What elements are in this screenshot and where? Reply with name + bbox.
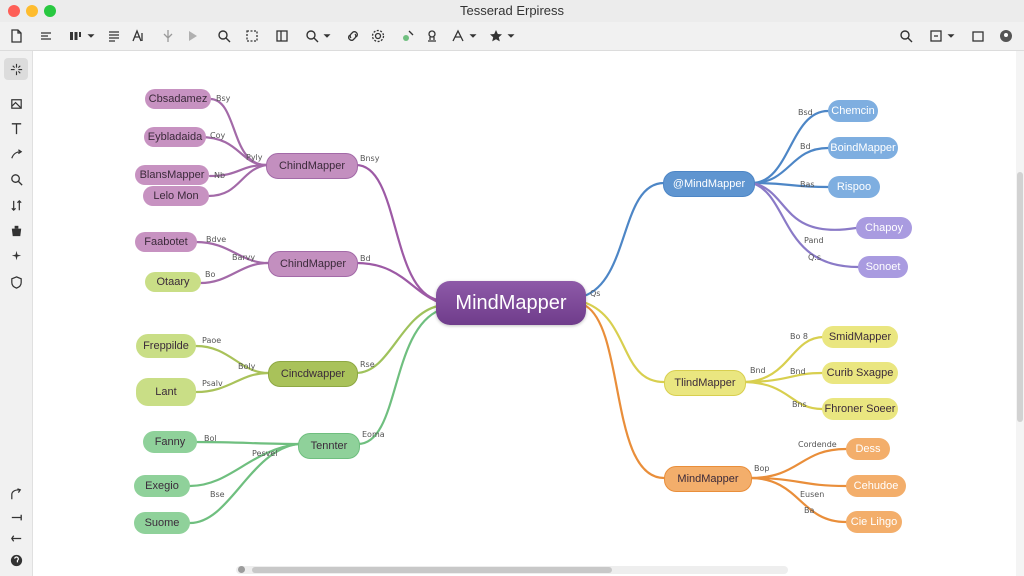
leaf-node[interactable]: Dess — [846, 438, 890, 460]
connector-label: Eusen — [800, 490, 825, 499]
leaf-node[interactable]: Freppilde — [136, 334, 196, 358]
leaf-node[interactable]: Cbsadamez — [145, 89, 211, 109]
connector-central-yellow — [584, 301, 666, 384]
leaf-node[interactable]: Cie Lihgo — [846, 511, 902, 533]
leaf-node[interactable]: Fhroner Soeer — [822, 398, 898, 420]
connector-label: Bol — [204, 434, 217, 443]
leaf-node[interactable]: Sonoet — [858, 256, 908, 278]
connector-label: Q.s — [808, 253, 822, 262]
connector-leaf — [188, 442, 300, 488]
connector-label: Bop — [754, 464, 770, 473]
connector-central-purple-top — [354, 163, 440, 302]
leaf-node[interactable]: BlansMapper — [135, 165, 209, 185]
leaf-node[interactable]: Faabotet — [135, 232, 197, 252]
connector-label: Bd — [360, 254, 371, 263]
connector-label: Pyly — [246, 153, 263, 162]
connector-label: Bse — [210, 490, 225, 499]
connector-central-blue — [582, 181, 666, 298]
connector-label: Bns — [792, 400, 807, 409]
connector-label: Nb — [214, 171, 226, 180]
leaf-node[interactable]: Cehudoe — [846, 475, 906, 497]
branch-node-blue[interactable]: @MindMapper — [663, 171, 755, 197]
leaf-node[interactable]: Eybladaida — [144, 127, 206, 147]
connector-label: Bdve — [206, 235, 227, 244]
connector-central-green — [356, 308, 442, 446]
connector-label: Bnd — [750, 366, 766, 375]
connector-leaf — [740, 380, 824, 411]
connector-label: Bd — [800, 142, 811, 151]
vertical-scrollbar-thumb[interactable] — [1017, 172, 1023, 422]
leaf-node[interactable]: Otaary — [145, 272, 201, 292]
connector-label: Bnd — [790, 367, 806, 376]
central-topic-node[interactable]: MindMapper — [436, 281, 586, 325]
leaf-node[interactable]: BoindMapper — [828, 137, 898, 159]
connector-label: Bo — [205, 270, 216, 279]
horizontal-scrollbar-start-icon[interactable] — [238, 566, 245, 573]
connector-central-orange — [584, 304, 666, 480]
connector-label: Bnsy — [360, 154, 380, 163]
leaf-node[interactable]: Exegio — [134, 475, 190, 497]
leaf-node[interactable]: Fanny — [143, 431, 197, 453]
branch-node-orange[interactable]: MindMapper — [664, 466, 752, 492]
connector-label: Eoma — [362, 430, 385, 439]
leaf-node[interactable]: Rispoo — [828, 176, 880, 198]
leaf-node[interactable]: Chapoy — [856, 217, 912, 239]
connector-leaf — [750, 109, 830, 185]
connector-label: Bas — [800, 180, 815, 189]
branch-node-purple-mid[interactable]: ChindMapper — [268, 251, 358, 277]
connector-label: Qs — [590, 289, 601, 298]
connector-leaf — [740, 335, 826, 384]
connector-label: Paoe — [202, 336, 222, 345]
connector-label: Barvy — [232, 253, 256, 262]
connector-label: Bo 8 — [790, 332, 809, 341]
leaf-node[interactable]: Lant — [136, 378, 196, 406]
connector-label: Coy — [210, 131, 226, 140]
connector-label: Boly — [238, 362, 256, 371]
connector-leaf — [194, 344, 270, 375]
leaf-node[interactable]: Suome — [134, 512, 190, 534]
connector-central-purple-mid — [354, 261, 440, 304]
leaf-node[interactable]: SmidMapper — [822, 326, 898, 348]
connector-leaf — [750, 146, 830, 185]
connector-leaf — [206, 163, 268, 198]
horizontal-scrollbar-thumb[interactable] — [252, 567, 612, 573]
connector-label: Bsd — [798, 108, 813, 117]
leaf-node[interactable]: Chemcin — [828, 100, 878, 122]
connector-label: Psalv — [202, 379, 223, 388]
leaf-node[interactable]: Curib Sxagpe — [822, 362, 898, 384]
connector-label: Rse — [360, 360, 375, 369]
connector-label: Ba — [804, 506, 815, 515]
connector-label: Pand — [804, 236, 824, 245]
connector-label: Cordende — [798, 440, 837, 449]
connector-label: Bsy — [216, 94, 231, 103]
leaf-node[interactable]: Lelo Mon — [143, 186, 209, 206]
branch-node-green[interactable]: Tennter — [298, 433, 360, 459]
connector-label: Pesvel — [252, 449, 278, 458]
branch-node-purple-top[interactable]: ChindMapper — [266, 153, 358, 179]
branch-node-yellow[interactable]: TlindMapper — [664, 370, 746, 396]
branch-node-lime[interactable]: Cincdwapper — [268, 361, 358, 387]
